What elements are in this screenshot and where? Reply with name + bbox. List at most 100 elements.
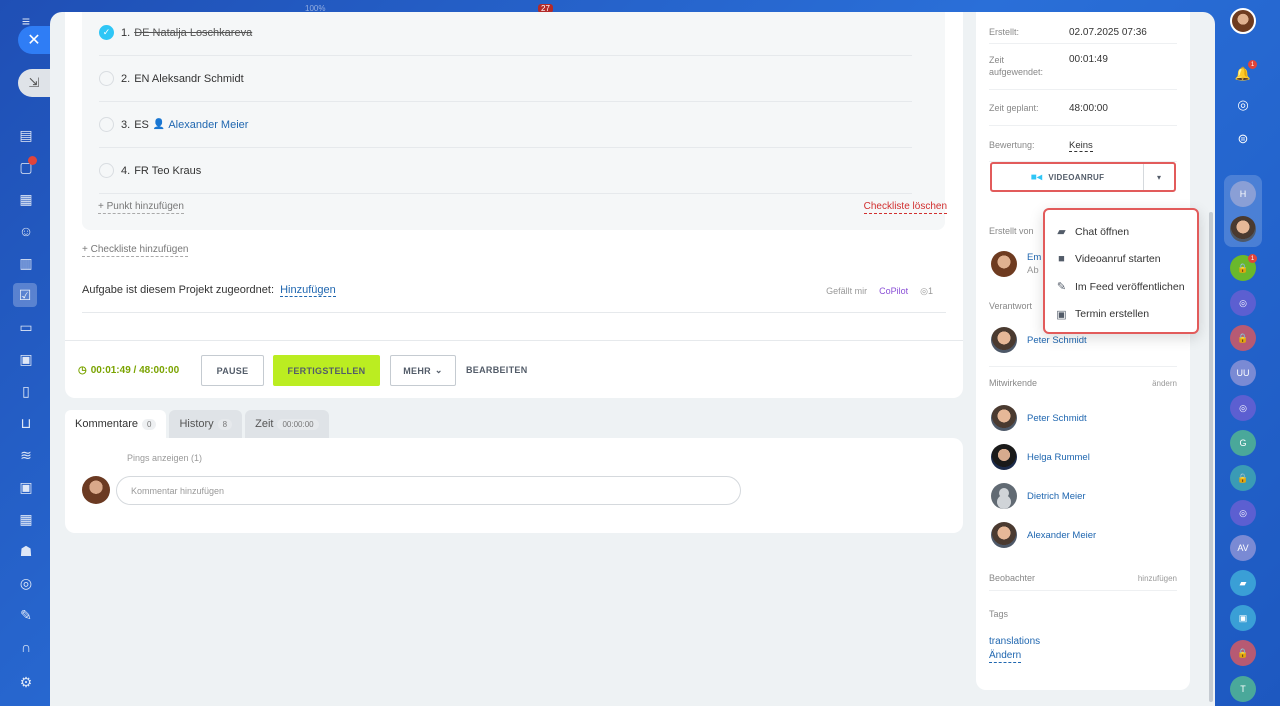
chat-group-icon[interactable]: ▰: [1230, 570, 1256, 596]
tasks-icon[interactable]: ☑: [13, 283, 37, 307]
chat-avatar[interactable]: G: [1230, 430, 1256, 456]
chat-avatar[interactable]: H: [1230, 181, 1256, 207]
edit-button[interactable]: BEARBEITEN: [466, 365, 528, 375]
checkbox-icon[interactable]: [99, 163, 114, 178]
user-avatar[interactable]: [1230, 8, 1256, 34]
analytics-icon[interactable]: ▯: [17, 382, 35, 400]
comment-input[interactable]: Kommentar hinzufügen: [116, 476, 741, 505]
project-row: Aufgabe ist diesem Projekt zugeordnet: H…: [82, 284, 336, 297]
participant[interactable]: Helga Rummel: [991, 444, 1090, 470]
responsible-label: Verantwort: [989, 301, 1033, 311]
checklist-item-user[interactable]: Alexander Meier: [168, 119, 248, 131]
search-chat-icon[interactable]: ⊜: [1230, 126, 1256, 152]
contact-center-icon[interactable]: ▣: [17, 478, 35, 496]
project-label: Aufgabe ist diesem Projekt zugeordnet:: [82, 284, 275, 296]
chat-badge: 1: [1248, 254, 1257, 263]
checkbox-icon[interactable]: [99, 117, 114, 132]
divider: [989, 366, 1177, 367]
copilot-icon[interactable]: ◎: [1230, 92, 1256, 118]
contacts-icon[interactable]: ☺: [17, 222, 35, 240]
avatar: [991, 327, 1017, 353]
checklist-item-text: EN Aleksandr Schmidt: [134, 72, 244, 85]
chat-avatar[interactable]: AV: [1230, 535, 1256, 561]
document-icon[interactable]: ▤: [17, 126, 35, 144]
shop-cart-icon[interactable]: ⊔: [17, 414, 35, 432]
checklist-item[interactable]: 2. EN Aleksandr Schmidt: [99, 56, 912, 102]
copilot-chat-icon[interactable]: ◎: [1230, 290, 1256, 316]
filter-icon[interactable]: ≋: [17, 446, 35, 464]
checklist-item-number: 4.: [121, 164, 131, 177]
video-call-split-button[interactable]: ■◂ VIDEOANRUF ▾: [990, 162, 1176, 192]
close-icon: ✕: [27, 32, 41, 49]
menu-item-create-event[interactable]: ▣ Termin erstellen: [1045, 301, 1197, 329]
copilot-chat-icon[interactable]: ◎: [1230, 395, 1256, 421]
participants-change-link[interactable]: ändern: [1152, 379, 1177, 388]
notifications-badge: 1: [1248, 60, 1257, 69]
finish-button[interactable]: FERTIGSTELLEN: [273, 355, 380, 386]
participants-label: Mitwirkende: [989, 378, 1038, 388]
minimize-button[interactable]: ⇲: [18, 69, 50, 97]
checklist-item[interactable]: 4. FR Teo Kraus: [99, 148, 912, 194]
doc-icon[interactable]: ▥: [17, 254, 35, 272]
support-icon[interactable]: ∩: [17, 638, 35, 656]
schedule-icon[interactable]: ▦: [17, 510, 35, 528]
tags-change-link[interactable]: Ändern: [989, 650, 1022, 663]
checklist-item-text: ES: [134, 118, 149, 131]
observers-add-link[interactable]: hinzufügen: [1138, 574, 1177, 583]
pings-link[interactable]: Pings anzeigen (1): [127, 453, 202, 463]
chat-avatar[interactable]: UU: [1230, 360, 1256, 386]
chat-avatar[interactable]: T: [1230, 676, 1256, 702]
tab-comments[interactable]: Kommentare 0: [65, 410, 167, 438]
add-point-link[interactable]: + Punkt hinzufügen: [98, 201, 184, 214]
menu-item-start-video[interactable]: ■ Videoanruf starten: [1045, 246, 1197, 274]
contact-card-icon[interactable]: ▣: [1230, 605, 1256, 631]
creator[interactable]: Em Ab: [991, 251, 1041, 277]
participant[interactable]: Peter Schmidt: [991, 405, 1087, 431]
checklist-item-number: 2.: [121, 72, 131, 85]
add-checklist-link[interactable]: + Checkliste hinzufügen: [82, 244, 189, 257]
likes-row: Gefällt mir CoPilot ◎1: [826, 286, 933, 297]
checklist-item[interactable]: 3. ES 👤 Alexander Meier: [99, 102, 912, 148]
eye-icon: ◎: [920, 286, 928, 296]
copilot-link[interactable]: CoPilot: [879, 286, 908, 297]
tab-time[interactable]: Zeit 00:00:00: [245, 410, 329, 438]
settings-icon[interactable]: ⚙: [17, 673, 35, 691]
calendar-icon[interactable]: ▦: [17, 190, 35, 208]
pause-button[interactable]: PAUSE: [201, 355, 264, 386]
participant[interactable]: Dietrich Meier: [991, 483, 1086, 509]
checklist-item-text: DE Natalja Loschkareva: [134, 26, 253, 39]
tag-link[interactable]: translations: [989, 636, 1040, 647]
crm-icon[interactable]: ▭: [17, 318, 35, 336]
robot-icon[interactable]: ☗: [17, 542, 35, 560]
sign-icon[interactable]: ✎: [17, 606, 35, 624]
delete-checklist-link[interactable]: Checkliste löschen: [863, 201, 947, 214]
close-button[interactable]: ✕: [18, 26, 50, 54]
copilot-chat-icon[interactable]: ◎: [1230, 500, 1256, 526]
checkbox-icon[interactable]: [99, 71, 114, 86]
lock-chat-icon[interactable]: 🔒: [1230, 640, 1256, 666]
sites-icon[interactable]: ▣: [17, 350, 35, 368]
checkbox-checked-icon[interactable]: ✓: [99, 25, 114, 40]
lock-chat-icon[interactable]: 🔒: [1230, 465, 1256, 491]
created-row: Erstellt: 02.07.2025 07:36: [989, 12, 1177, 44]
tags-label: Tags: [989, 609, 1009, 619]
rating-value[interactable]: Keins: [1069, 140, 1093, 152]
like-link[interactable]: Gefällt mir: [826, 286, 867, 297]
project-add-link[interactable]: Hinzufügen: [280, 284, 336, 297]
scrollbar[interactable]: [1209, 212, 1213, 702]
chat-avatar[interactable]: [1230, 216, 1256, 242]
menu-item-publish-feed[interactable]: ✎ Im Feed veröffentlichen: [1045, 273, 1197, 301]
target-icon[interactable]: ◎: [17, 574, 35, 592]
checklist-item-number: 3.: [121, 118, 131, 131]
tab-history[interactable]: History 8: [169, 410, 243, 438]
avatar: [82, 476, 110, 504]
video-call-button[interactable]: ■◂ VIDEOANRUF: [992, 164, 1144, 190]
lock-chat-icon[interactable]: 🔒: [1230, 325, 1256, 351]
menu-item-open-chat[interactable]: ▰ Chat öffnen: [1045, 218, 1197, 246]
participant[interactable]: Alexander Meier: [991, 522, 1096, 548]
more-button[interactable]: MEHR ⌄: [390, 355, 456, 386]
video-call-dropdown-toggle[interactable]: ▾: [1144, 173, 1174, 182]
time-planned-row: Zeit geplant: 48:00:00: [989, 90, 1177, 126]
person-icon: 👤: [152, 119, 166, 130]
checklist-item[interactable]: ✓ 1. DE Natalja Loschkareva: [99, 12, 912, 56]
